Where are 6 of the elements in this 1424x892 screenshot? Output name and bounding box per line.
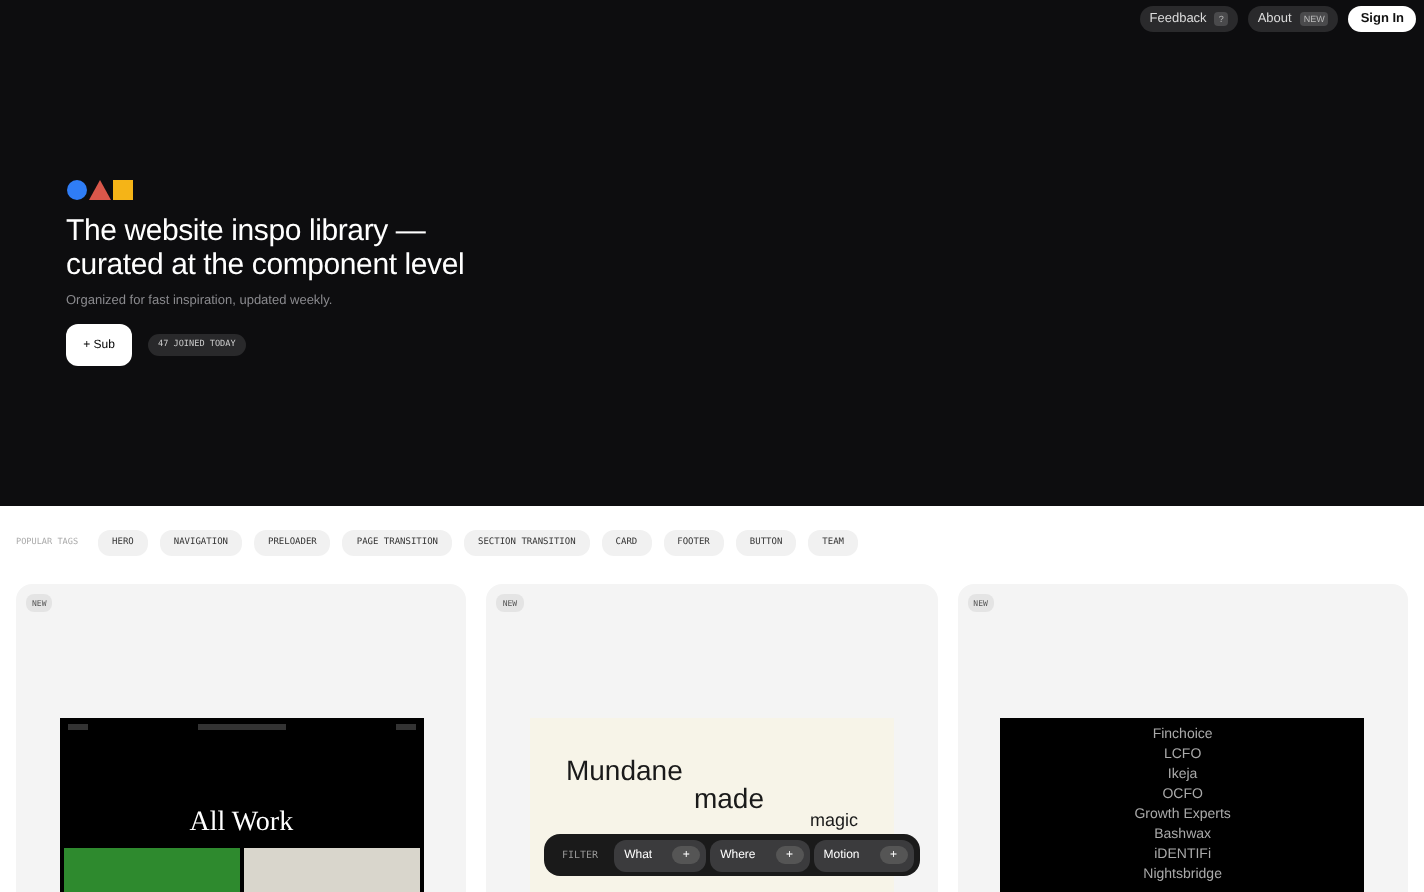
hero-title: The website inspo library — curated at the component level [66, 214, 467, 282]
preview-word: magic [809, 810, 858, 830]
preview-word: made [693, 782, 765, 814]
preview-word: Mundane [565, 754, 683, 786]
preview-heading: All Work [189, 808, 294, 840]
shapes-logo-icon [66, 178, 134, 202]
